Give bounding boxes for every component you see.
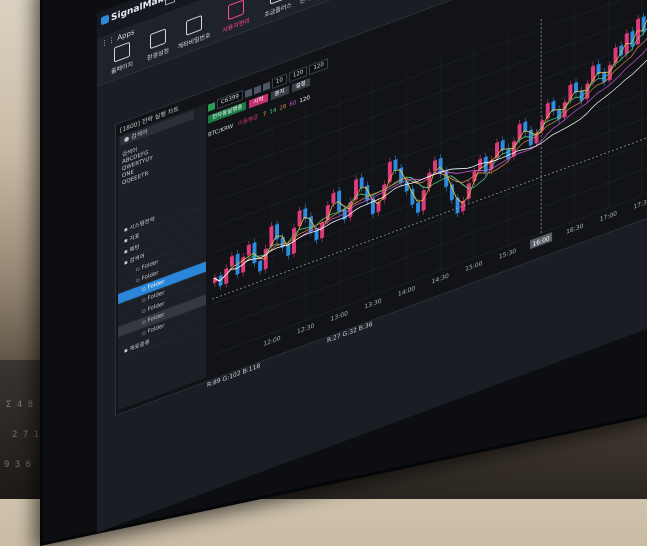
toolbar-icon — [114, 42, 130, 63]
candle-body — [258, 260, 262, 272]
candle-body — [337, 190, 341, 212]
toolbar-button-5[interactable]: 전략분석차트 — [295, 0, 337, 7]
search-icon[interactable] — [245, 88, 252, 98]
candle-body — [506, 148, 510, 160]
candle-body — [433, 160, 437, 172]
logo-icon — [101, 14, 109, 25]
toolbar-label: 전략분석차트 — [299, 0, 332, 6]
x-tick-label: 15:30 — [499, 248, 516, 261]
candle-body — [331, 192, 335, 204]
x-tick-label: 16:30 — [566, 223, 583, 236]
x-tick-label: 13:00 — [331, 310, 348, 323]
export-icon[interactable] — [208, 102, 215, 112]
candle-body — [546, 103, 550, 120]
toolbar-button-4[interactable]: 초급플러스 — [257, 0, 299, 22]
x-tick-label: 12:00 — [263, 335, 280, 348]
toolbar-label: 사용자편리 — [222, 17, 250, 34]
candle-body — [247, 244, 251, 256]
candle-body — [563, 101, 567, 118]
toolbar-label: 계좌비밀번호 — [177, 32, 210, 51]
period-icon[interactable] — [263, 81, 270, 91]
strategy-chart-window: [1800] 전략 실행 차트 ● 검색어 검색어ABCDEFGQWERTYUY… — [115, 0, 647, 416]
candle-body — [252, 242, 256, 264]
x-tick-label: 13:30 — [364, 297, 381, 310]
candle-body — [230, 255, 234, 267]
chart-area: C6399 10 120 120 전자동실행중시작중지설정 BTC/KRW 이동… — [208, 0, 647, 379]
candle-body — [292, 227, 296, 254]
grid-line — [212, 192, 647, 355]
period-icon[interactable] — [254, 85, 261, 95]
toolbar-icon — [150, 28, 166, 49]
candle-body — [495, 142, 499, 159]
candle-body — [269, 225, 273, 247]
sidebar: ● 검색어 검색어ABCDEFGQWERTYUYONEQQEEETR ▪ 시스템… — [118, 103, 206, 410]
moving-average-line — [214, 27, 647, 284]
x-tick-label: 16:00 — [532, 235, 549, 248]
folder-tree: ▪ 시스템전략▪ 지표▪ 패턴▪ 검색어▫ Folder▫ Folder▫ Fo… — [118, 195, 206, 360]
x-tick-label: 17:00 — [600, 210, 617, 223]
toolbar-label: 환경설정 — [147, 47, 169, 62]
page-input[interactable]: 120 — [309, 58, 328, 75]
moving-average-line — [214, 37, 647, 283]
candle-body — [360, 177, 364, 189]
x-tick-label: 14:30 — [432, 273, 449, 286]
candle-body — [416, 202, 420, 214]
toolbar-label: 홈페이지 — [111, 61, 133, 76]
x-tick-label: 14:00 — [398, 285, 415, 298]
x-tick-label: 17:30 — [633, 198, 647, 211]
x-tick-label: 12:30 — [297, 322, 314, 335]
toolbar-button-3[interactable]: 사용자편리 — [215, 0, 257, 37]
toolbar-icon — [228, 0, 244, 20]
grid-line — [212, 116, 647, 279]
symbol-list: 검색어ABCDEFGQWERTYUYONEQQEEETR — [122, 141, 153, 187]
moving-average-line — [214, 17, 647, 295]
x-tick-label: 15:00 — [465, 260, 482, 273]
toolbar-icon — [186, 15, 202, 36]
toolbar-button-2[interactable]: 계좌비밀번호 — [173, 10, 215, 53]
candle-body — [286, 245, 290, 257]
tab-icon — [165, 0, 175, 5]
candle-body — [320, 222, 324, 239]
candle-body — [394, 159, 398, 171]
toolbar-label: 초급플러스 — [264, 2, 292, 19]
candlestick-chart[interactable]: 45505560657075808512:0012:3013:0013:3014… — [208, 0, 647, 373]
